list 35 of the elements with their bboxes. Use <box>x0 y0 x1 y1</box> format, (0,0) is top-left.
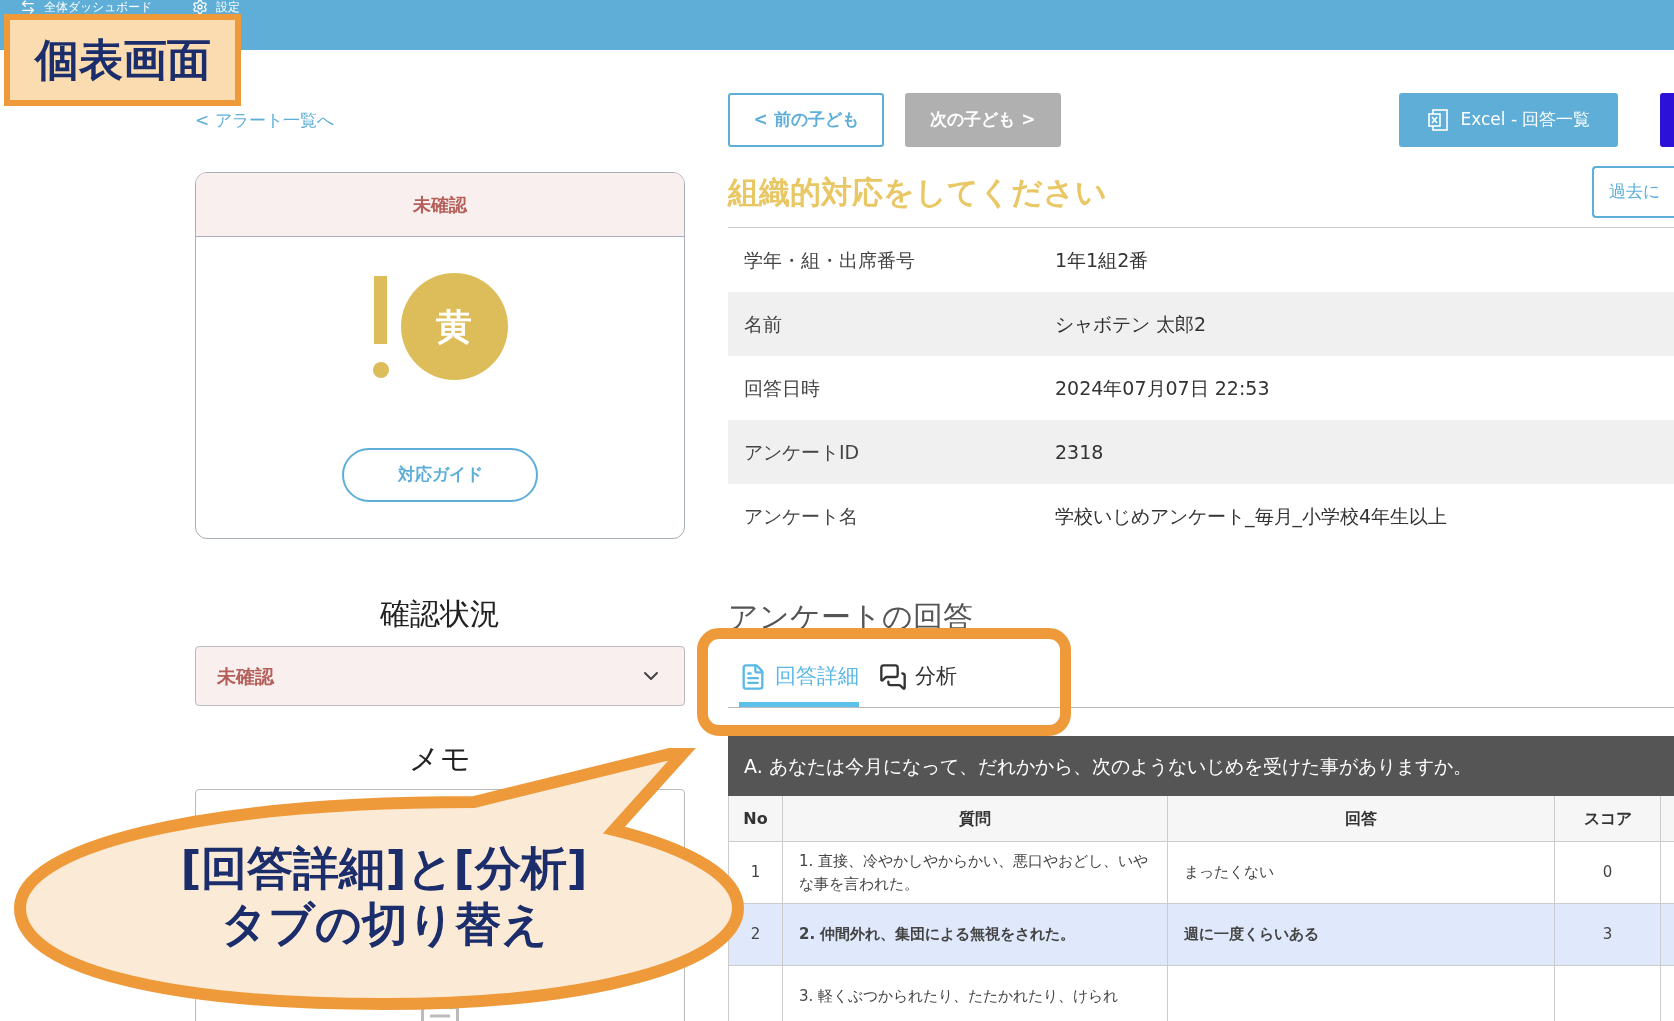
info-label: 名前 <box>743 311 783 337</box>
nav-link[interactable]: 全体ダッシュボード <box>20 1 152 13</box>
info-label: 学年・組・出席番号 <box>743 247 916 273</box>
info-value: 1年1組2番 <box>1055 247 1149 273</box>
status-header: 未確認 <box>196 173 684 237</box>
info-label: アンケートID <box>743 439 861 465</box>
excel-icon <box>1426 108 1449 132</box>
previous-button[interactable]: < 前の子ども <box>728 93 884 147</box>
chat-icon <box>879 662 907 691</box>
info-label: アンケート名 <box>743 503 859 529</box>
table-cell: 3. 軽くぶつかられたり、たたかれたり、けられ <box>783 966 1168 1021</box>
tab[interactable]: 回答詳細 <box>739 651 859 707</box>
status-select[interactable]: 未確認 <box>195 646 685 706</box>
history-button[interactable]: 過去に <box>1592 166 1674 218</box>
section-title: メモ <box>408 740 472 778</box>
settings-icon <box>192 0 208 15</box>
guide-button[interactable]: 対応ガイド <box>342 448 538 502</box>
info-value: 学校いじめアンケート_毎月_小学校4年生以上 <box>1055 503 1448 530</box>
info-label: 回答日時 <box>743 375 821 401</box>
excel-export-button[interactable]: Excel - 回答一覧 <box>1399 93 1618 147</box>
section-title: 確認状況 <box>379 595 501 633</box>
arrows-icon <box>20 0 36 15</box>
callout-text: [回答詳細]と[分析] <box>180 840 588 896</box>
back-link[interactable]: < アラート一覧へ <box>195 108 685 132</box>
alert-message: 組織的対応をしてください <box>728 172 1107 212</box>
info-value: 2024年07月07日 22:53 <box>1055 375 1270 401</box>
section-bar: A. あなたは今月になって、だれかから、次のようないじめを受けた事がありますか。 <box>728 736 1674 796</box>
toolbar-button[interactable] <box>1660 93 1674 147</box>
tab[interactable]: 分析 <box>879 651 957 707</box>
exclamation-icon <box>372 275 389 378</box>
nav-link[interactable]: 設定 <box>192 1 240 13</box>
info-value: 2318 <box>1055 439 1104 465</box>
title-badge: 個表画面 <box>4 14 241 106</box>
info-value: シャボテン 太郎2 <box>1055 311 1207 337</box>
callout-text: タブの切り替え <box>220 896 548 952</box>
